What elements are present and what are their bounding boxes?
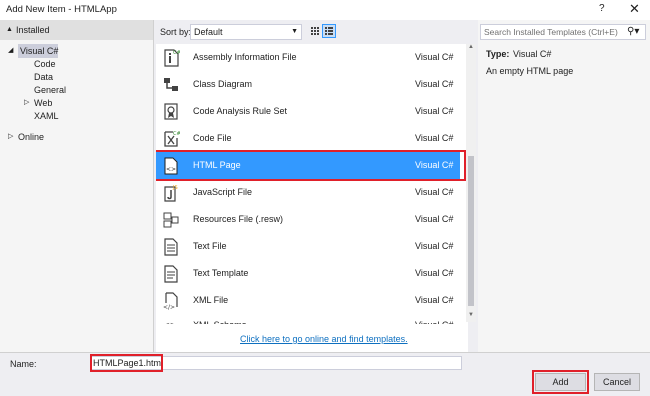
tree-item-code[interactable]: Code bbox=[34, 59, 56, 69]
sort-dropdown[interactable]: Default ▼ bbox=[190, 24, 302, 40]
close-button[interactable]: ✕ bbox=[629, 1, 640, 17]
svg-text:</>: </> bbox=[163, 304, 175, 310]
template-row[interactable]: Class Diagram Visual C# bbox=[156, 71, 460, 98]
tree-item-general[interactable]: General bbox=[34, 85, 66, 95]
text-file-icon bbox=[162, 237, 180, 256]
search-placeholder: Search Installed Templates (Ctrl+E) bbox=[484, 27, 618, 37]
xml-file-icon: </> bbox=[162, 291, 180, 311]
assembly-info-icon: C# bbox=[162, 48, 181, 67]
online-templates-link[interactable]: Click here to go online and find templat… bbox=[240, 334, 408, 344]
template-description: An empty HTML page bbox=[486, 66, 574, 76]
help-button[interactable]: ? bbox=[599, 3, 605, 14]
svg-text:C#: C# bbox=[173, 131, 180, 137]
window-title: Add New Item - HTMLApp bbox=[6, 4, 117, 15]
type-label: Type: bbox=[486, 49, 510, 59]
chevron-down-icon: ▼ bbox=[291, 28, 298, 35]
add-button[interactable]: Add bbox=[535, 373, 586, 391]
template-row[interactable]: C# Assembly Information File Visual C# bbox=[156, 44, 460, 71]
grid-view-icon[interactable] bbox=[308, 24, 322, 38]
template-row[interactable]: C# Code File Visual C# bbox=[156, 125, 460, 152]
scroll-up-icon[interactable]: ▲ bbox=[468, 44, 474, 50]
expander-icon[interactable]: ▷ bbox=[24, 98, 29, 106]
svg-text:C#: C# bbox=[173, 50, 180, 56]
rule-set-icon bbox=[162, 102, 180, 121]
template-row-selected[interactable]: <> HTML Page Visual C# bbox=[156, 150, 466, 181]
expander-icon[interactable]: ◢ bbox=[8, 46, 13, 54]
template-row[interactable]: JS JavaScript File Visual C# bbox=[156, 179, 460, 206]
sort-toolbar: Sort by: Default ▼ bbox=[156, 20, 468, 44]
name-label: Name: bbox=[10, 359, 37, 369]
class-diagram-icon bbox=[162, 75, 180, 94]
tree-item-online[interactable]: Online bbox=[18, 132, 44, 142]
expander-icon[interactable]: ▷ bbox=[8, 132, 13, 140]
javascript-file-icon: JS bbox=[162, 183, 180, 202]
tree-item-xaml[interactable]: XAML bbox=[34, 111, 59, 121]
cancel-button[interactable]: Cancel bbox=[594, 373, 640, 391]
installed-header[interactable]: ▲ Installed bbox=[0, 20, 153, 40]
tree-item-web[interactable]: Web bbox=[34, 98, 52, 108]
html-page-icon: <> bbox=[162, 156, 180, 175]
template-row[interactable]: Text Template Visual C# bbox=[156, 260, 460, 287]
text-template-icon bbox=[162, 264, 180, 283]
tree-item-data[interactable]: Data bbox=[34, 72, 53, 82]
template-list: C# Assembly Information File Visual C# C… bbox=[156, 44, 468, 350]
code-file-icon: C# bbox=[162, 129, 181, 148]
details-pane: Search Installed Templates (Ctrl+E) ⚲▾ T… bbox=[478, 20, 650, 352]
template-row[interactable]: Text File Visual C# bbox=[156, 233, 460, 260]
resources-file-icon bbox=[162, 210, 180, 229]
list-scrollbar[interactable]: ▲ ▼ bbox=[466, 44, 476, 322]
tree-item-visual-csharp[interactable]: Visual C# bbox=[20, 46, 58, 56]
online-link-area: Click here to go online and find templat… bbox=[156, 324, 468, 352]
svg-text:JS: JS bbox=[172, 185, 178, 191]
scroll-down-icon[interactable]: ▼ bbox=[468, 312, 474, 318]
template-row[interactable]: Resources File (.resw) Visual C# bbox=[156, 206, 460, 233]
svg-text:<>: <> bbox=[166, 166, 176, 173]
scroll-thumb[interactable] bbox=[468, 156, 474, 306]
category-pane: ▲ Installed ◢ Visual C# Code Data Genera… bbox=[0, 20, 154, 352]
type-value: Visual C# bbox=[513, 49, 552, 59]
search-input[interactable]: Search Installed Templates (Ctrl+E) ⚲▾ bbox=[480, 24, 646, 40]
name-highlight-box bbox=[90, 354, 163, 372]
title-bar: Add New Item - HTMLApp ? ✕ bbox=[0, 0, 650, 20]
template-row[interactable]: Code Analysis Rule Set Visual C# bbox=[156, 98, 460, 125]
sort-label: Sort by: bbox=[160, 27, 192, 37]
search-icon[interactable]: ⚲▾ bbox=[627, 26, 639, 37]
list-view-icon[interactable] bbox=[322, 24, 336, 38]
collapse-arrow-icon: ▲ bbox=[6, 26, 13, 33]
template-row[interactable]: </> XML File Visual C# bbox=[156, 287, 460, 314]
